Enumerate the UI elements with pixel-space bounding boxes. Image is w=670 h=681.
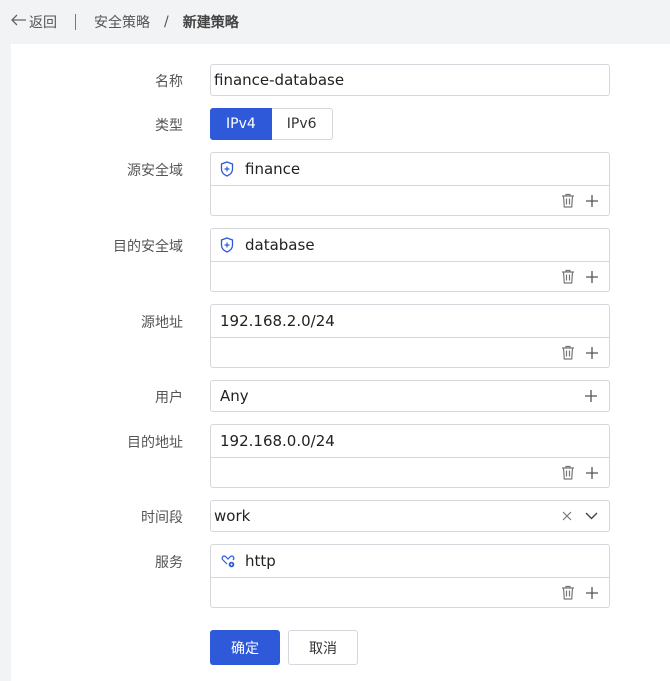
trash-icon[interactable] <box>559 584 577 602</box>
schedule-select[interactable]: work <box>210 500 610 532</box>
breadcrumb-security-policy[interactable]: 安全策略 <box>94 12 150 32</box>
name-input[interactable]: finance-database <box>210 64 610 96</box>
back-button[interactable]: 返回 <box>11 12 57 32</box>
type-segmented: IPv4 IPv6 <box>210 108 610 140</box>
chevron-down-icon[interactable] <box>582 507 600 525</box>
cancel-button[interactable]: 取消 <box>288 630 358 665</box>
shield-icon <box>220 161 236 177</box>
shield-icon <box>220 237 236 253</box>
src-zone-value: finance <box>245 160 301 178</box>
src-zone-label: 源安全域 <box>127 163 183 179</box>
user-input[interactable]: Any <box>210 380 610 412</box>
src-addr-field: 192.168.2.0/24 <box>210 304 610 368</box>
clear-icon[interactable] <box>558 507 576 525</box>
plus-icon[interactable] <box>583 344 601 362</box>
src-addr-entry[interactable]: 192.168.2.0/24 <box>211 305 609 338</box>
service-entry[interactable]: http <box>211 545 609 578</box>
src-addr-label: 源地址 <box>141 315 183 331</box>
arrow-left-icon <box>11 14 29 30</box>
dst-zone-value: database <box>245 236 315 254</box>
schedule-label: 时间段 <box>141 510 183 526</box>
dst-addr-entry[interactable]: 192.168.0.0/24 <box>211 425 609 458</box>
type-label: 类型 <box>155 118 183 134</box>
dst-zone-entry[interactable]: database <box>211 229 609 262</box>
trash-icon[interactable] <box>559 268 577 286</box>
dst-addr-label: 目的地址 <box>127 435 183 451</box>
breadcrumb-current: 新建策略 <box>182 15 239 31</box>
dst-zone-field: database <box>210 228 610 292</box>
breadcrumb-separator: / <box>164 14 169 30</box>
type-option-ipv6[interactable]: IPv6 <box>271 108 333 140</box>
divider <box>75 14 76 30</box>
plus-icon[interactable] <box>583 584 601 602</box>
service-field: http <box>210 544 610 608</box>
trash-icon[interactable] <box>559 192 577 210</box>
back-label: 返回 <box>29 15 57 31</box>
name-label: 名称 <box>155 74 183 90</box>
src-zone-entry[interactable]: finance <box>211 153 609 186</box>
confirm-button[interactable]: 确定 <box>210 630 280 665</box>
user-value: Any <box>220 387 249 405</box>
service-icon <box>220 553 236 569</box>
plus-icon[interactable] <box>582 387 600 405</box>
service-value: http <box>245 552 276 570</box>
dst-addr-value: 192.168.0.0/24 <box>220 432 335 450</box>
trash-icon[interactable] <box>559 344 577 362</box>
top-bar: 返回 安全策略 / 新建策略 <box>0 0 670 44</box>
src-addr-value: 192.168.2.0/24 <box>220 312 335 330</box>
trash-icon[interactable] <box>559 464 577 482</box>
form-panel: 名称 finance-database 类型 IPv4 IPv6 源安全域 fi… <box>11 44 670 681</box>
plus-icon[interactable] <box>583 192 601 210</box>
plus-icon[interactable] <box>583 464 601 482</box>
service-label: 服务 <box>155 555 183 571</box>
dst-zone-label: 目的安全域 <box>113 239 183 255</box>
src-zone-field: finance <box>210 152 610 216</box>
type-option-ipv4[interactable]: IPv4 <box>210 108 272 140</box>
schedule-value: work <box>214 507 251 525</box>
dst-addr-field: 192.168.0.0/24 <box>210 424 610 488</box>
name-value: finance-database <box>214 71 345 89</box>
user-label: 用户 <box>155 390 183 406</box>
plus-icon[interactable] <box>583 268 601 286</box>
